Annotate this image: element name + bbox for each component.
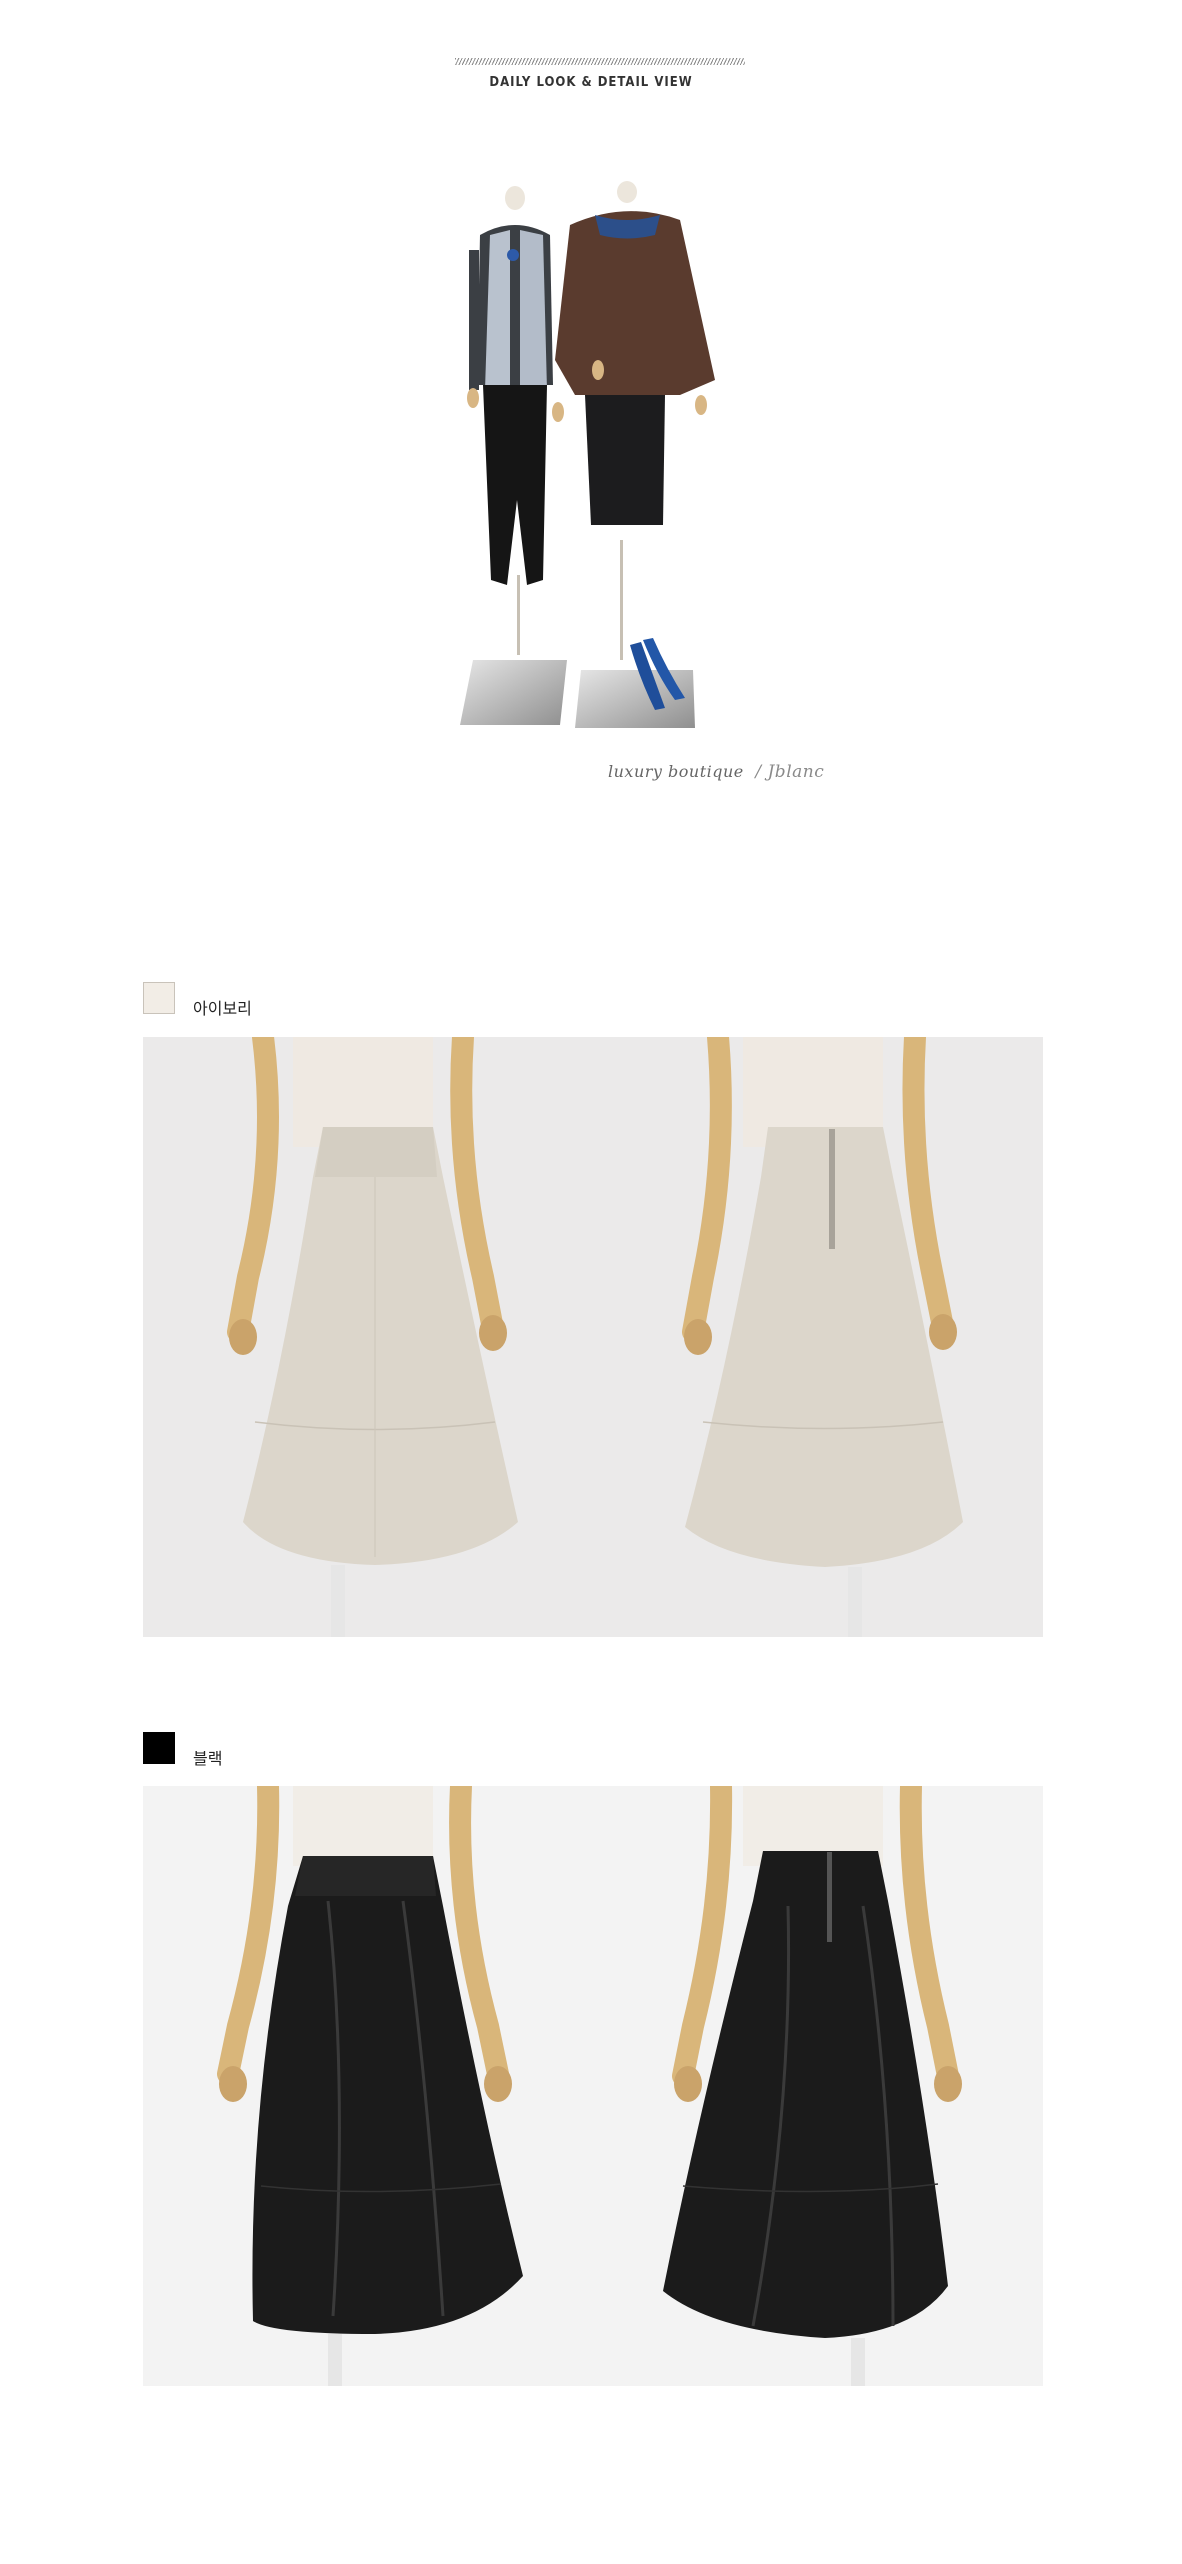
ivory-front-photo — [143, 1037, 593, 1637]
color-label-black: 블랙 — [193, 1749, 223, 1768]
color-swatch-black — [143, 1732, 175, 1764]
decorative-hatch-bar — [455, 58, 745, 65]
ivory-back-photo — [593, 1037, 1043, 1637]
color-swatch-ivory — [143, 982, 175, 1014]
mannequin-left — [460, 186, 567, 725]
mannequin-right — [555, 181, 715, 728]
color-label-ivory: 아이보리 — [193, 999, 252, 1018]
section-title: DAILY LOOK & DETAIL VIEW — [489, 75, 693, 90]
brand-caption: luxury boutique / Jblanc — [608, 762, 824, 782]
black-back-photo — [593, 1786, 1043, 2386]
daily-look-photo — [460, 181, 715, 728]
black-front-photo — [143, 1786, 593, 2386]
caption-brand: luxury boutique — [608, 762, 744, 781]
caption-signature: / Jblanc — [755, 762, 825, 782]
